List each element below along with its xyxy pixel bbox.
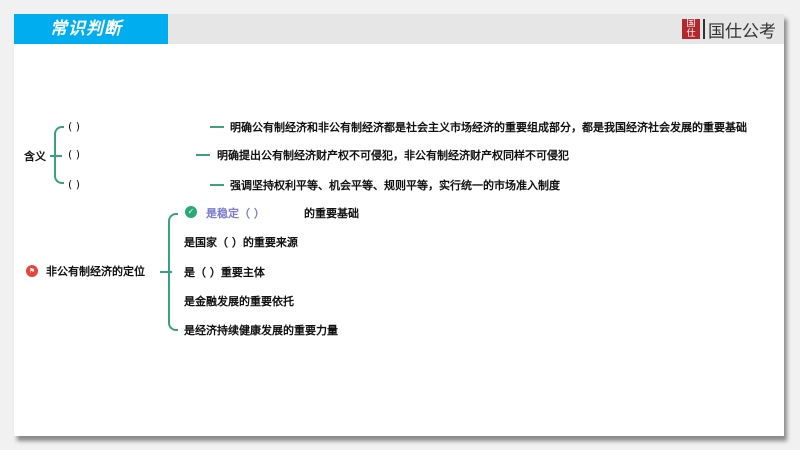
meaning-blank-1: ( ) bbox=[68, 120, 81, 133]
meaning-text-1: 明确公有制经济和非公有制经济都是社会主义市场经济的重要组成部分，都是我国经济社会… bbox=[230, 121, 747, 134]
position-item-3: 是（ ）重要主体 bbox=[184, 266, 265, 279]
position-item-2: 是国家（ ）的重要来源 bbox=[184, 236, 298, 249]
slide: 常识判断 国仕 国仕公考 bbox=[14, 14, 784, 436]
logo-seal-icon: 国仕 bbox=[682, 19, 700, 39]
logo: 国仕 国仕公考 bbox=[682, 18, 776, 42]
check-icon: ✓ bbox=[185, 206, 197, 218]
position-item-1-blank: 是稳定（ ） bbox=[206, 207, 265, 220]
meaning-bracket bbox=[54, 126, 64, 184]
section-title: 常识判断 bbox=[14, 14, 168, 44]
position-label: 非公有制经济的定位 bbox=[46, 265, 145, 278]
position-item-5: 是经济持续健康发展的重要力量 bbox=[184, 324, 338, 337]
meaning-text-2: 明确提出公有制经济财产权不可侵犯，非公有制经济财产权同样不可侵犯 bbox=[217, 149, 569, 162]
header-bar: 常识判断 国仕 国仕公考 bbox=[14, 14, 784, 44]
meaning-blank-3: ( ) bbox=[68, 178, 81, 191]
position-item-4: 是金融发展的重要依托 bbox=[184, 295, 294, 308]
dash bbox=[196, 154, 210, 156]
position-item-1-text: 的重要基础 bbox=[304, 207, 359, 220]
meaning-label: 含义 bbox=[24, 150, 46, 163]
logo-divider bbox=[703, 19, 705, 39]
meaning-blank-2: ( ) bbox=[68, 148, 81, 161]
meaning-text-3: 强调坚持权利平等、机会平等、规则平等，实行统一的市场准入制度 bbox=[230, 179, 560, 192]
position-bracket bbox=[168, 213, 178, 331]
flag-icon: ⚑ bbox=[26, 265, 38, 277]
dash bbox=[210, 184, 224, 186]
logo-text: 国仕公考 bbox=[708, 21, 776, 42]
dash bbox=[210, 126, 224, 128]
